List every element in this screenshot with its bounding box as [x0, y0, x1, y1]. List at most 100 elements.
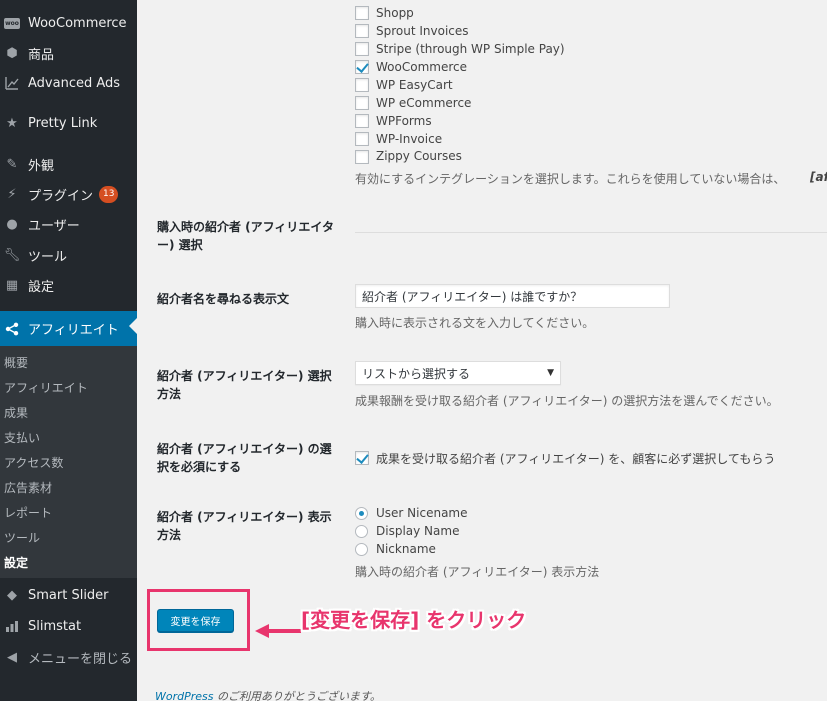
sidebar-item-label: アフィリエイト: [28, 323, 119, 338]
submenu-item-settings[interactable]: 設定: [4, 554, 28, 571]
settings-icon: ▦: [5, 277, 19, 293]
integration-checkbox-wp-ecommerce[interactable]: [355, 96, 369, 110]
submenu-item-payouts[interactable]: 支払い: [4, 429, 40, 446]
submenu-item-reports[interactable]: レポート: [4, 504, 52, 521]
submenu-item-visits[interactable]: アクセス数: [4, 454, 63, 471]
submenu-item-affiliates[interactable]: アフィリエイト: [4, 379, 88, 396]
sidebar-item-label: プラグイン: [28, 188, 94, 204]
sidebar-item-label: メニューを閉じる: [28, 651, 133, 667]
chevron-down-icon: ▼: [547, 368, 554, 378]
sidebar-item-label: WooCommerce: [28, 15, 127, 31]
prompt-label: 紹介者名を尋ねる表示文: [157, 292, 290, 306]
submenu-item-tools[interactable]: ツール: [4, 529, 40, 546]
integrations-description: 有効にするインテグレーションを選択します。これらを使用していない場合は、: [355, 172, 786, 186]
integration-checkbox-wp-easycart[interactable]: [355, 78, 369, 92]
sidebar-item-appearance[interactable]: ✎ 外観: [0, 149, 137, 179]
update-count-badge: 13: [99, 185, 119, 203]
sidebar-item-users[interactable]: ● ユーザー: [0, 209, 137, 239]
required-label: 紹介者 (アフィリエイター) の選択を必須にする: [157, 442, 332, 474]
sidebar-item-settings[interactable]: ▦ 設定: [0, 270, 137, 300]
collapse-icon: ◀: [7, 649, 17, 665]
submenu-item-creatives[interactable]: 広告素材: [4, 479, 52, 496]
sidebar-item-label: 外観: [28, 158, 55, 174]
sidebar-item-label: 商品: [28, 47, 55, 63]
woocommerce-icon: woo: [4, 17, 20, 29]
display-radio-nickname[interactable]: [355, 543, 368, 556]
integration-label: WP EasyCart: [376, 78, 453, 92]
display-radio-display-name[interactable]: [355, 525, 368, 538]
sidebar-item-label: Smart Slider: [28, 587, 109, 603]
sidebar-item-label: Pretty Link: [28, 115, 98, 131]
display-description: 購入時の紹介者 (アフィリエイター) 表示方法: [355, 565, 600, 579]
prompt-description: 購入時に表示される文を入力してください。: [355, 316, 595, 330]
integration-label: Zippy Courses: [376, 149, 462, 163]
sidebar-item-slimstat[interactable]: Slimstat: [0, 611, 137, 641]
sidebar-item-label: 設定: [28, 279, 55, 295]
sidebar-item-advanced-ads[interactable]: Advanced Ads: [0, 68, 137, 98]
sidebar-item-woocommerce[interactable]: woo WooCommerce: [0, 8, 137, 38]
bar-chart-icon: [4, 618, 20, 634]
integration-label: Sprout Invoices: [376, 24, 469, 38]
integration-checkbox-wpforms[interactable]: [355, 114, 369, 128]
integration-label: WooCommerce: [376, 60, 467, 74]
prompt-text-input[interactable]: 紹介者 (アフィリエイター) は誰ですか？: [355, 284, 670, 308]
submenu-item-overview[interactable]: 概要: [4, 354, 28, 371]
integration-checkbox-zippy-courses[interactable]: [355, 150, 369, 164]
integrations-description-tail: [af: [810, 170, 827, 184]
share-icon: [4, 321, 20, 337]
collapse-menu-button[interactable]: ◀ メニューを閉じる: [0, 642, 137, 672]
display-label: 紹介者 (アフィリエイター) 表示方法: [157, 510, 332, 542]
footer-text: のご利用ありがとうございます。: [213, 690, 381, 701]
sidebar-item-label: ツール: [28, 249, 68, 265]
required-checkbox[interactable]: [355, 451, 369, 465]
referral-section-label: 購入時の紹介者 (アフィリエイター) 選択: [157, 220, 334, 252]
chart-icon: [4, 75, 20, 91]
integration-checkbox-sprout-invoices[interactable]: [355, 24, 369, 38]
annotation-arrow-icon: [255, 624, 269, 638]
sidebar-item-label: Advanced Ads: [28, 75, 121, 91]
user-icon: ●: [6, 216, 18, 232]
paintbrush-icon: ✎: [6, 156, 18, 172]
admin-sidebar: woo WooCommerce ⬢ 商品 Advanced Ads ★ Pret…: [0, 0, 137, 701]
integration-checkbox-stripe[interactable]: [355, 42, 369, 56]
sidebar-item-smart-slider[interactable]: ◆ Smart Slider: [0, 580, 137, 610]
graduation-icon: ◆: [7, 587, 17, 603]
section-divider: [355, 232, 827, 233]
display-radio-user-nicename[interactable]: [355, 507, 368, 520]
integration-checkbox-wp-invoice[interactable]: [355, 132, 369, 146]
sidebar-item-label: ユーザー: [28, 218, 80, 234]
annotation-text: [変更を保存] をクリック: [301, 608, 527, 632]
sidebar-item-pretty-link[interactable]: ★ Pretty Link: [0, 108, 137, 138]
current-menu-arrow: [129, 318, 137, 334]
wrench-icon: 🔧︎: [3, 247, 21, 263]
integration-label: WP eCommerce: [376, 96, 472, 110]
method-select[interactable]: リストから選択する ▼: [355, 361, 561, 385]
sidebar-item-label: Slimstat: [28, 618, 82, 634]
submenu-item-referrals[interactable]: 成果: [4, 404, 28, 421]
admin-footer: WordPress のご利用ありがとうございます。: [155, 688, 381, 701]
display-option-label: User Nicename: [376, 506, 468, 520]
wordpress-link[interactable]: WordPress: [155, 690, 214, 701]
settings-main: Shopp Sprout Invoices Stripe (through WP…: [137, 0, 827, 701]
save-button[interactable]: 変更を保存: [157, 609, 234, 632]
star-icon: ★: [6, 115, 18, 131]
sidebar-item-products[interactable]: ⬢ 商品: [0, 38, 137, 68]
sidebar-item-plugins[interactable]: ⚡ プラグイン 13: [0, 179, 137, 209]
method-select-value: リストから選択する: [362, 366, 471, 381]
cube-icon: ⬢: [6, 45, 18, 61]
sidebar-item-tools[interactable]: 🔧︎ ツール: [0, 240, 137, 270]
integration-checkbox-shopp[interactable]: [355, 6, 369, 20]
integration-checkbox-woocommerce[interactable]: [355, 60, 369, 74]
sidebar-item-affiliate[interactable]: アフィリエイト: [0, 311, 137, 346]
method-description: 成果報酬を受け取る紹介者 (アフィリエイター) の選択方法を選んでください。: [355, 394, 779, 408]
integration-label: Shopp: [376, 6, 414, 20]
integration-label: WP-Invoice: [376, 132, 443, 146]
display-option-label: Nickname: [376, 542, 436, 556]
display-option-label: Display Name: [376, 524, 460, 538]
integration-label: WPForms: [376, 114, 432, 128]
integration-label: Stripe (through WP Simple Pay): [376, 42, 565, 56]
method-label: 紹介者 (アフィリエイター) 選択方法: [157, 369, 332, 401]
required-checkbox-label: 成果を受け取る紹介者 (アフィリエイター) を、顧客に必ず選択してもらう: [376, 452, 776, 466]
annotation-arrow-line: [268, 629, 301, 633]
affiliate-submenu: 概要 アフィリエイト 成果 支払い アクセス数 広告素材 レポート ツール 設定: [0, 346, 137, 578]
